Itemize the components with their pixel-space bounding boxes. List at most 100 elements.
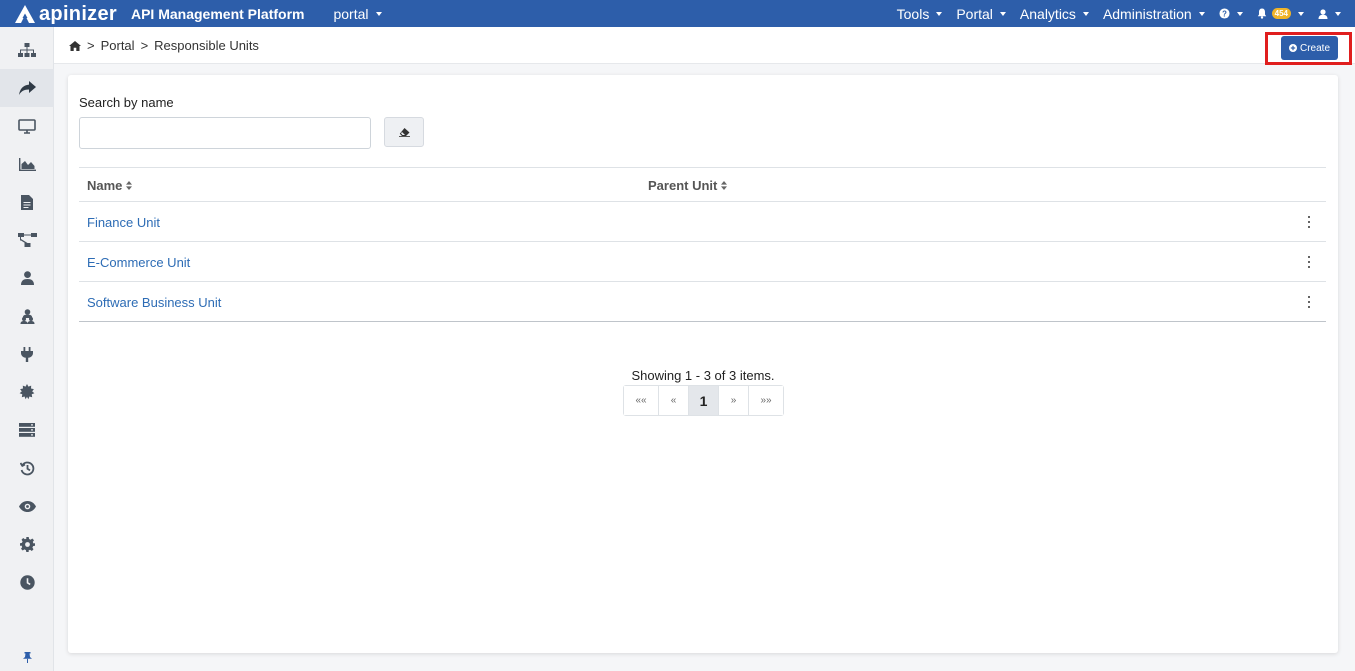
table-header: Name Parent Unit <box>79 167 1326 202</box>
area-chart-icon <box>18 157 36 171</box>
context-dropdown[interactable]: portal <box>333 5 382 22</box>
row-actions-kebab-icon[interactable] <box>1306 296 1312 308</box>
sidebar-item-monitor[interactable] <box>0 107 54 145</box>
apinizer-logo-icon <box>15 4 35 23</box>
unit-name-link[interactable]: Software Business Unit <box>87 295 221 310</box>
column-header-parent-unit-label: Parent Unit <box>648 178 718 193</box>
page-next-button[interactable]: » <box>719 386 749 415</box>
menu-portal-label: Portal <box>956 5 993 22</box>
column-header-name-label: Name <box>87 178 123 193</box>
sidebar-item-documents[interactable] <box>0 183 54 221</box>
sidebar-item-teams[interactable] <box>0 297 54 335</box>
cog-icon <box>19 536 35 552</box>
chevron-down-icon <box>375 11 382 16</box>
chevron-down-icon <box>1236 11 1243 16</box>
sidebar-item-watch[interactable] <box>0 487 54 525</box>
chevron-down-icon <box>999 11 1006 16</box>
chevron-down-icon <box>1082 11 1089 16</box>
chevron-down-icon <box>1198 11 1205 16</box>
breadcrumb-separator: > <box>87 38 95 53</box>
home-icon[interactable] <box>69 40 81 51</box>
create-button[interactable]: Create <box>1281 36 1338 60</box>
context-label: portal <box>333 5 369 22</box>
thumbtack-icon <box>22 651 32 663</box>
platform-title: API Management Platform <box>130 5 305 22</box>
user-icon <box>1318 8 1328 19</box>
notification-count-badge: 454 <box>1271 8 1291 19</box>
units-table: Name Parent Unit Finance Unit E-Commerce… <box>79 167 1326 322</box>
menu-analytics[interactable]: Analytics <box>1020 6 1089 22</box>
clock-icon <box>19 574 35 590</box>
sidebar-item-history[interactable] <box>0 449 54 487</box>
bell-icon <box>1257 8 1266 19</box>
unit-name-link[interactable]: Finance Unit <box>87 215 160 230</box>
page-last-button[interactable]: »» <box>749 386 783 415</box>
sidebar-item-policies[interactable] <box>0 373 54 411</box>
sidebar-item-servers[interactable] <box>0 411 54 449</box>
logo-text: apinizer <box>39 2 117 25</box>
users-icon <box>20 308 34 324</box>
page-first-button[interactable]: «« <box>624 386 659 415</box>
monitor-icon <box>18 118 36 134</box>
breadcrumb-separator: > <box>140 38 149 53</box>
help-menu[interactable]: ? <box>1219 8 1243 19</box>
sidebar-item-settings[interactable] <box>0 525 54 563</box>
gear-burst-icon <box>19 384 35 400</box>
top-navbar: apinizer API Management Platform portal … <box>0 0 1355 27</box>
plus-circle-icon <box>1288 44 1297 52</box>
notifications-menu[interactable]: 454 <box>1257 8 1304 19</box>
user-icon <box>20 271 34 285</box>
column-header-name[interactable]: Name <box>87 178 133 193</box>
menu-administration[interactable]: Administration <box>1103 6 1205 22</box>
apinizer-logo[interactable]: apinizer <box>14 0 117 27</box>
breadcrumb-item-portal[interactable]: Portal <box>101 38 135 53</box>
sidebar-item-flows[interactable] <box>0 221 54 259</box>
menu-analytics-label: Analytics <box>1019 5 1076 22</box>
sitemap-icon <box>18 42 36 57</box>
breadcrumb: > Portal > Responsible Units <box>69 38 259 53</box>
menu-tools-label: Tools <box>896 5 930 22</box>
sidebar-item-topology[interactable] <box>0 31 54 69</box>
sidebar-item-connectors[interactable] <box>0 335 54 373</box>
server-icon <box>19 423 35 437</box>
row-actions-kebab-icon[interactable] <box>1306 216 1312 228</box>
sort-icon <box>126 181 133 190</box>
sidebar-item-portal[interactable] <box>0 69 54 107</box>
chevron-down-icon <box>936 11 943 16</box>
flow-icon <box>17 233 37 247</box>
table-row: E-Commerce Unit <box>79 242 1326 282</box>
search-input[interactable] <box>79 117 371 149</box>
page-prev-button[interactable]: « <box>659 386 689 415</box>
eye-icon <box>18 500 36 512</box>
sidebar-item-analytics[interactable] <box>0 145 54 183</box>
sort-icon <box>721 181 728 190</box>
breadcrumb-item-current: Responsible Units <box>154 38 259 53</box>
create-button-label: Create <box>1299 42 1330 54</box>
sidebar <box>0 27 54 671</box>
unit-name-link[interactable]: E-Commerce Unit <box>87 255 190 270</box>
row-actions-kebab-icon[interactable] <box>1306 256 1312 268</box>
page-current-button[interactable]: 1 <box>689 386 719 415</box>
plug-icon <box>21 346 33 362</box>
history-icon <box>19 461 34 475</box>
table-row: Finance Unit <box>79 202 1326 242</box>
user-menu[interactable] <box>1318 8 1341 19</box>
column-header-parent-unit[interactable]: Parent Unit <box>648 178 728 193</box>
menu-administration-label: Administration <box>1102 5 1192 22</box>
file-icon <box>21 194 33 210</box>
menu-tools[interactable]: Tools <box>897 6 943 22</box>
question-circle-icon: ? <box>1219 8 1230 19</box>
eraser-icon <box>398 127 410 137</box>
chevron-down-icon <box>1298 11 1304 16</box>
chevron-down-icon <box>1335 11 1341 16</box>
clear-search-button[interactable] <box>384 117 424 147</box>
sidebar-item-users[interactable] <box>0 259 54 297</box>
sidebar-pin-toggle[interactable] <box>0 643 54 671</box>
menu-portal[interactable]: Portal <box>956 6 1006 22</box>
sidebar-item-scheduler[interactable] <box>0 563 54 601</box>
svg-text:?: ? <box>1222 9 1227 18</box>
search-label: Search by name <box>79 95 174 110</box>
share-arrow-icon <box>18 81 36 95</box>
table-row: Software Business Unit <box>79 282 1326 322</box>
responsible-units-card: Search by name Name Parent Unit Finance … <box>68 75 1338 653</box>
